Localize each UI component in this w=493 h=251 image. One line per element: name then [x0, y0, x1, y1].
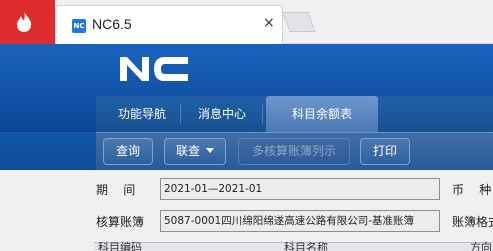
left-strip — [0, 132, 96, 170]
multi-book-button-label: 多核算账簿列示 — [251, 144, 336, 158]
period-label: 期 间 — [96, 183, 136, 197]
nc-favicon-icon: NC — [72, 19, 86, 33]
query-button-label: 查询 — [115, 144, 140, 158]
book-label: 核算账簿 — [96, 215, 145, 229]
column-header-subject-name[interactable]: 科目名称 — [284, 240, 328, 251]
query-form: 期 间 2021-01—2021-01 币 种 核算账簿 5087-0001四川… — [0, 170, 493, 251]
book-field[interactable]: 5087-0001四川绵阳绵遂高速公路有限公司-基准账簿 — [160, 210, 440, 232]
print-button-label: 打印 — [372, 144, 397, 158]
module-tabs: 功能导航 消息中心 科目余额表 — [96, 96, 493, 132]
link-query-button[interactable]: 联查 — [164, 138, 226, 165]
grid-header: 科目编码 科目名称 方向 — [94, 240, 493, 251]
caret-down-icon — [206, 148, 214, 153]
tab-subject-balance[interactable]: 科目余额表 — [266, 96, 378, 132]
browser-tabstrip: NC NC6.5 × — [0, 0, 493, 44]
link-query-button-label: 联查 — [175, 144, 200, 158]
tab-title: NC6.5 — [92, 16, 132, 32]
tab-divider — [262, 104, 263, 124]
multi-book-button[interactable]: 多核算账簿列示 — [238, 138, 350, 165]
tab-message-center[interactable]: 消息中心 — [186, 96, 258, 132]
print-button[interactable]: 打印 — [360, 138, 410, 165]
nc-logo — [120, 57, 188, 81]
period-field[interactable]: 2021-01—2021-01 — [160, 178, 440, 200]
book-format-label: 账簿格式 — [452, 215, 493, 229]
column-header-subject-code[interactable]: 科目编码 — [98, 240, 142, 251]
flame-icon — [17, 12, 32, 32]
browser-tab[interactable]: NC NC6.5 × — [55, 5, 283, 44]
toolbar: 查询 联查 多核算账簿列示 打印 — [96, 132, 493, 170]
tab-divider — [180, 104, 181, 124]
currency-label: 币 种 — [452, 183, 492, 197]
tab-function-nav[interactable]: 功能导航 — [106, 96, 178, 132]
browser-app-badge[interactable] — [0, 0, 55, 44]
new-tab-icon[interactable] — [282, 12, 316, 32]
query-button[interactable]: 查询 — [103, 138, 153, 165]
close-icon[interactable]: × — [263, 15, 275, 31]
column-header-direction[interactable]: 方向 — [470, 240, 492, 251]
